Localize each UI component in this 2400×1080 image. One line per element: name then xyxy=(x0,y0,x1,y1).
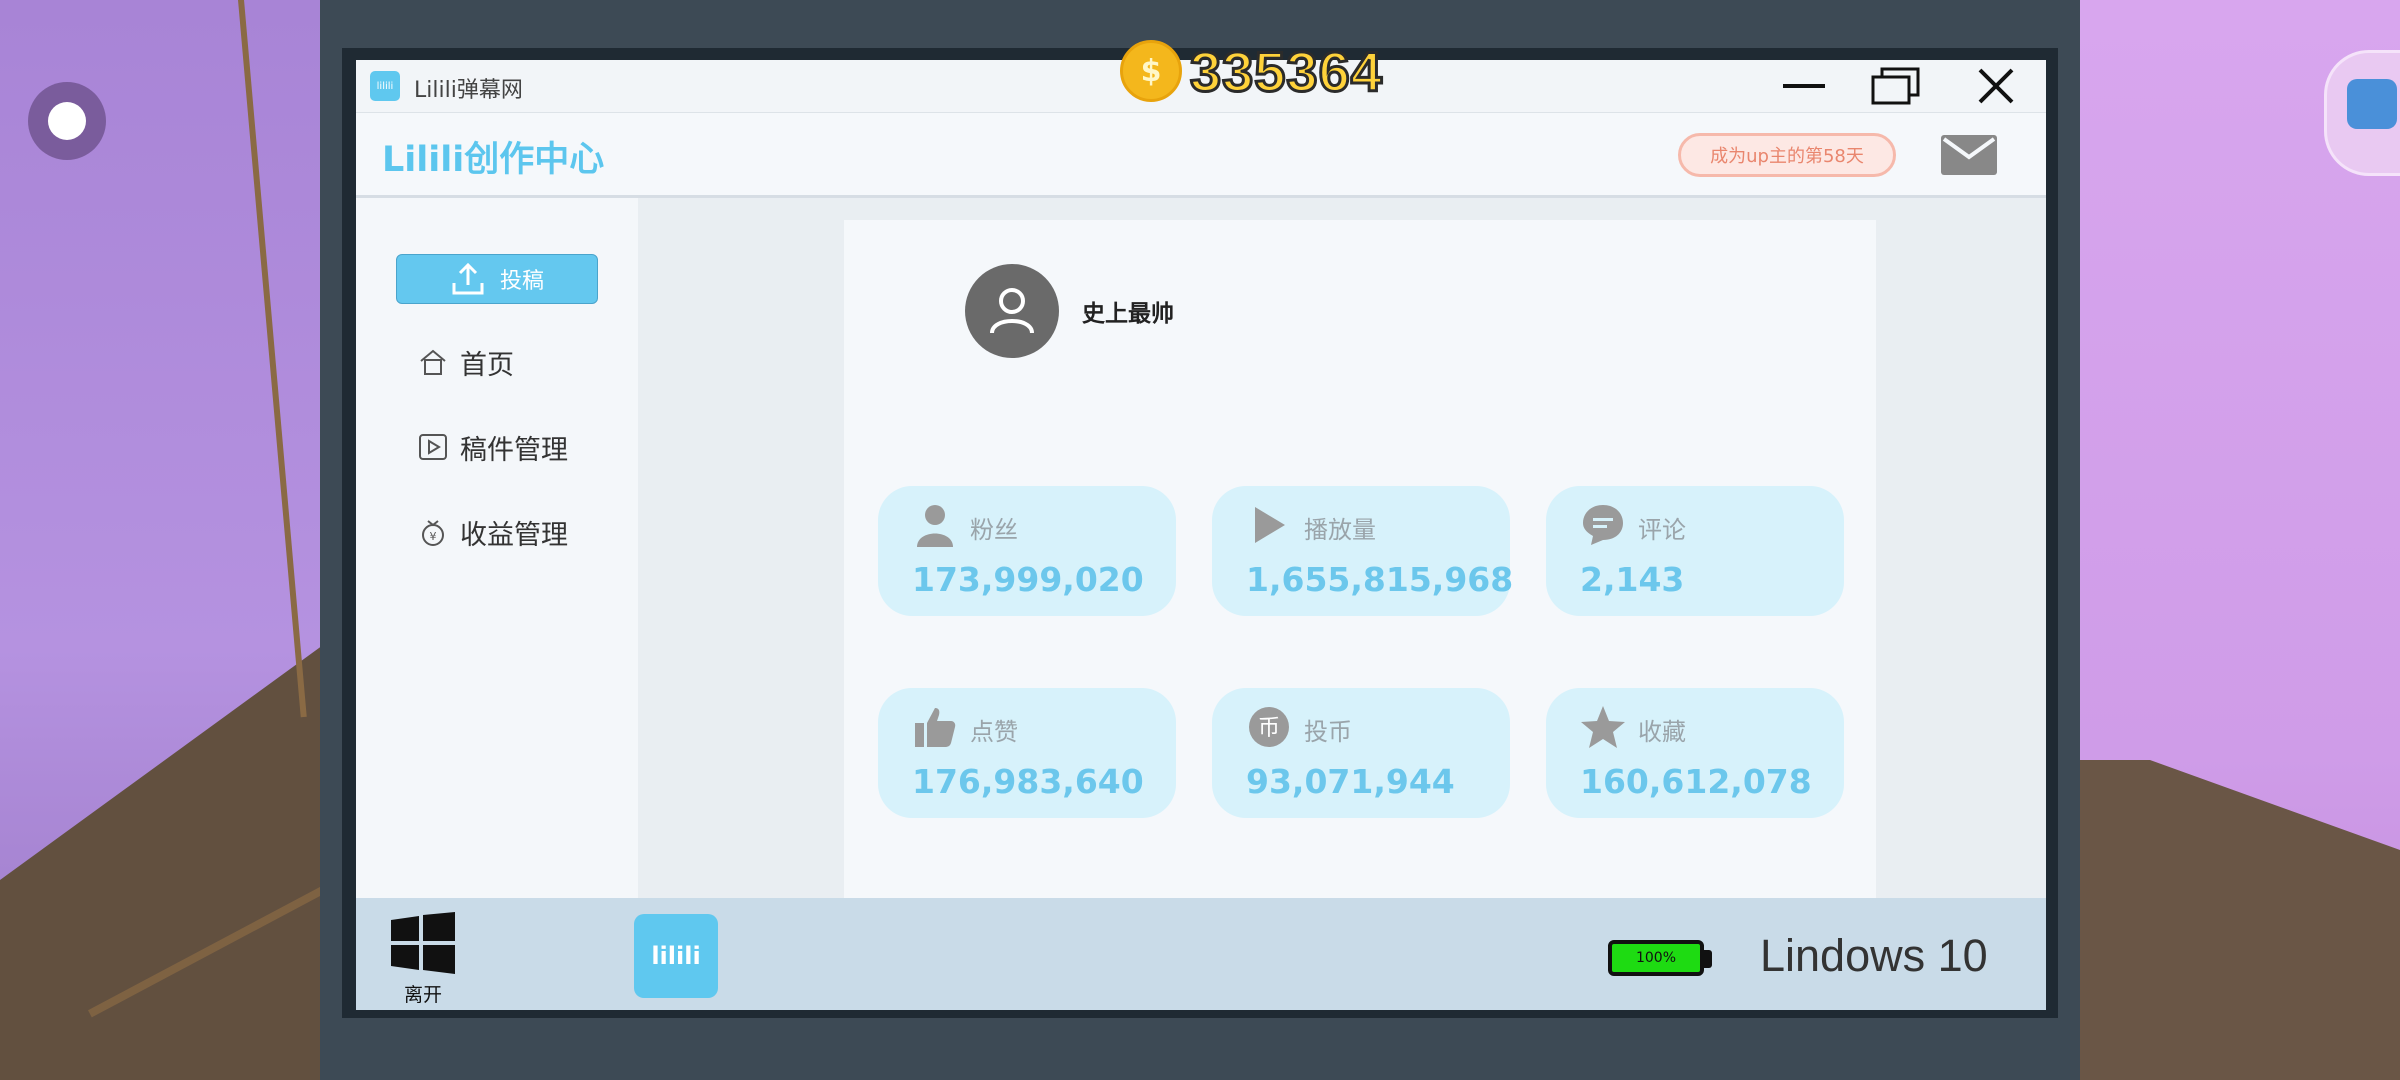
taskbar: 离开 lilili 100% Lindows 10 xyxy=(356,898,2046,1010)
stat-label: 投币 xyxy=(1304,718,1352,746)
circle-icon xyxy=(48,102,86,140)
restore-icon xyxy=(1871,67,1920,105)
minimize-icon xyxy=(1783,84,1825,88)
browser-window: lilili Lilili弹幕网 Lilili创作中心 成为up主的第58天 投… xyxy=(356,60,2046,1010)
svg-text:币: 币 xyxy=(1258,716,1280,741)
minimize-button[interactable] xyxy=(1774,66,1834,106)
close-button[interactable] xyxy=(1966,66,2026,106)
battery-tip xyxy=(1704,950,1712,968)
battery-indicator: 100% xyxy=(1608,940,1704,976)
stat-card-plays: 播放量 1,655,815,968 xyxy=(1212,486,1514,616)
gold-coin-icon: $ xyxy=(1120,40,1182,102)
stat-label: 粉丝 xyxy=(970,516,1018,544)
sidebar-item-label: 首页 xyxy=(460,349,514,381)
sidebar-item-label: 收益管理 xyxy=(460,519,568,551)
side-menu-button[interactable] xyxy=(2324,50,2400,176)
main-content: 史上最帅 粉丝 173,999,020 播放量 1,655,815,968 评论… xyxy=(638,198,2046,900)
app-logo-icon: lilili xyxy=(370,71,400,101)
sidebar-item-works[interactable]: 稿件管理 xyxy=(418,427,568,467)
upload-icon xyxy=(452,262,484,295)
stat-label: 收藏 xyxy=(1638,718,1686,746)
os-name: Lindows 10 xyxy=(1760,930,1988,981)
stat-label: 评论 xyxy=(1638,516,1686,544)
comment-icon xyxy=(1580,502,1626,548)
windows-logo-icon xyxy=(391,912,455,974)
person-icon xyxy=(912,502,958,548)
sidebar: 投稿 首页 稿件管理 ¥ 收益管理 xyxy=(356,198,638,898)
money-bag-icon: ¥ xyxy=(422,520,444,546)
star-icon xyxy=(1580,704,1626,750)
svg-text:¥: ¥ xyxy=(430,530,437,543)
stat-card-favorites: 收藏 160,612,078 xyxy=(1546,688,1844,818)
avatar[interactable] xyxy=(965,264,1059,358)
stat-value: 1,655,815,968 xyxy=(1246,560,1514,599)
stat-value: 173,999,020 xyxy=(912,560,1144,599)
stat-label: 播放量 xyxy=(1304,516,1376,544)
stat-value: 93,071,944 xyxy=(1246,762,1455,801)
stat-value: 160,612,078 xyxy=(1580,762,1812,801)
coin-counter: $ 335364 xyxy=(1120,38,1383,104)
coin-value: 335364 xyxy=(1189,38,1384,104)
start-button[interactable]: 离开 xyxy=(388,912,458,1006)
stat-card-comments: 评论 2,143 xyxy=(1546,486,1844,616)
stat-card-fans: 粉丝 173,999,020 xyxy=(878,486,1176,616)
taskbar-app-lilili[interactable]: lilili xyxy=(634,914,718,998)
upload-label: 投稿 xyxy=(499,269,544,294)
window-title: Lilili弹幕网 xyxy=(414,78,523,103)
mail-icon[interactable] xyxy=(1941,135,1997,175)
username: 史上最帅 xyxy=(1082,301,1174,327)
stat-label: 点赞 xyxy=(970,718,1018,746)
stats-panel: 史上最帅 粉丝 173,999,020 播放量 1,655,815,968 评论… xyxy=(844,220,1876,900)
start-label: 离开 xyxy=(403,984,442,1006)
maximize-button[interactable] xyxy=(1866,66,1926,106)
stat-value: 2,143 xyxy=(1580,560,1685,599)
video-icon xyxy=(419,434,447,460)
stat-card-likes: 点赞 176,983,640 xyxy=(878,688,1176,818)
brand-title: Lilili创作中心 xyxy=(382,140,605,180)
up-days-badge: 成为up主的第58天 xyxy=(1678,133,1896,177)
stat-card-coins: 币 投币 93,071,944 xyxy=(1212,688,1510,818)
coin-icon: 币 xyxy=(1246,704,1292,750)
stat-value: 176,983,640 xyxy=(912,762,1144,801)
page-header: Lilili创作中心 成为up主的第58天 xyxy=(356,113,2046,198)
camera-toggle-button[interactable] xyxy=(28,82,106,160)
close-icon xyxy=(1978,68,2014,104)
thumbs-up-icon xyxy=(912,704,958,750)
play-icon xyxy=(1246,502,1292,548)
sidebar-item-home[interactable]: 首页 xyxy=(418,342,514,382)
app-shortcut-icon xyxy=(2347,79,2397,129)
upload-button[interactable]: 投稿 xyxy=(396,254,598,304)
home-icon xyxy=(420,349,446,375)
sidebar-item-income[interactable]: ¥ 收益管理 xyxy=(418,512,568,552)
sidebar-item-label: 稿件管理 xyxy=(460,434,568,466)
user-icon xyxy=(990,288,1034,334)
